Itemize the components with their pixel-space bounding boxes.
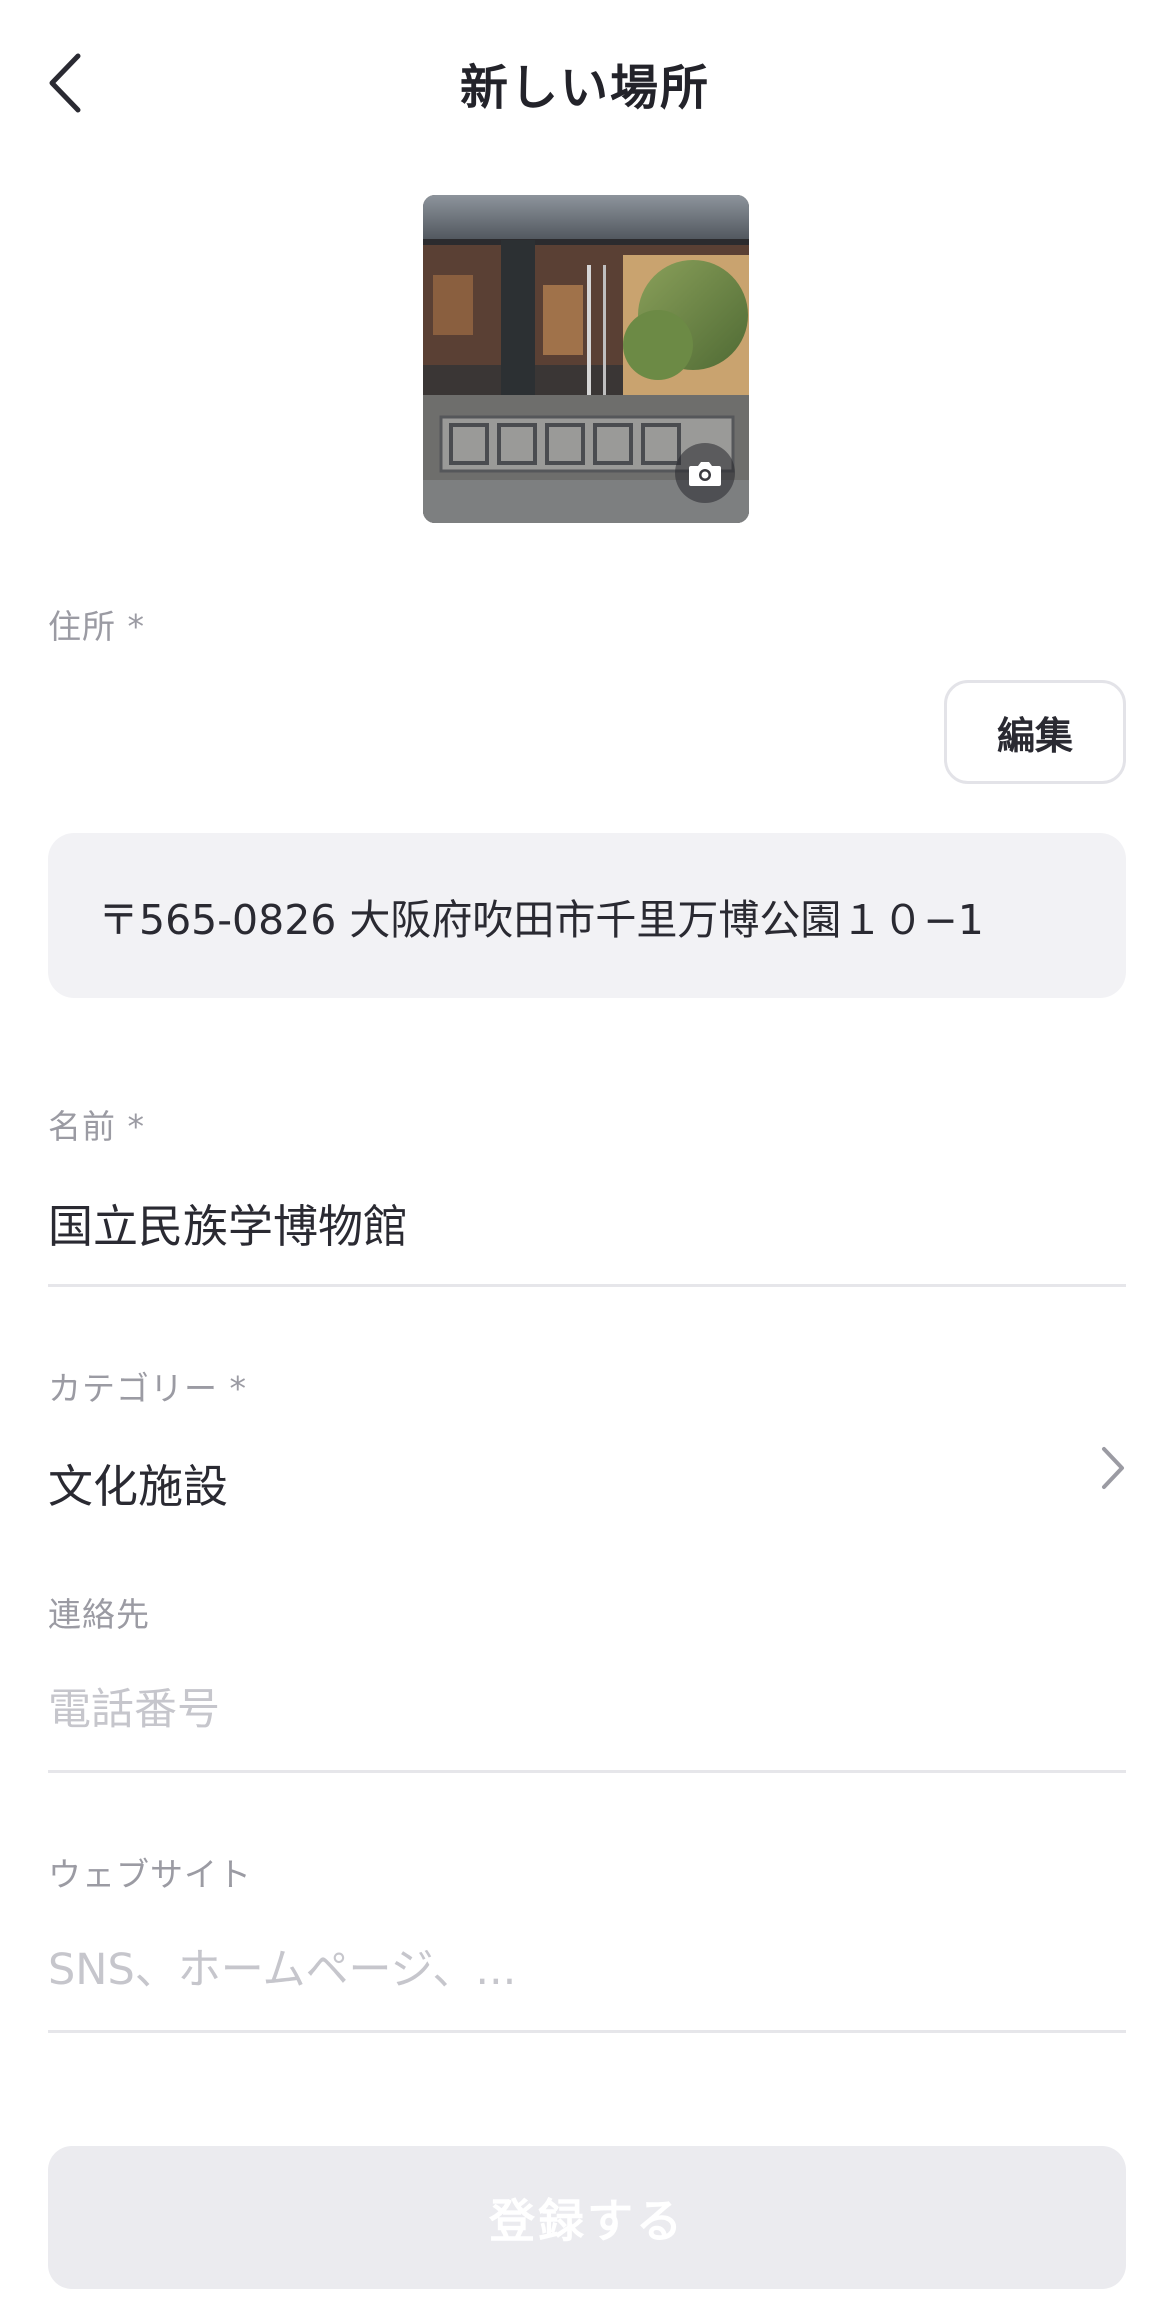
category-select[interactable]: 文化施設 (48, 1450, 228, 1515)
website-label: ウェブサイト (48, 1855, 252, 1894)
website-divider (48, 2030, 1126, 2033)
chevron-right-icon (1102, 1447, 1124, 1489)
camera-badge[interactable] (675, 443, 735, 503)
name-label: 名前 * (48, 1107, 145, 1146)
category-arrow[interactable] (1098, 1445, 1128, 1491)
name-input[interactable]: 国立民族学博物館 (48, 1190, 408, 1255)
name-divider (48, 1284, 1126, 1287)
header-bar: 新しい場所 (0, 0, 1170, 160)
category-label: カテゴリー * (48, 1369, 247, 1408)
address-edit-button[interactable]: 編集 (944, 680, 1126, 784)
address-value: 〒565-0826 大阪府吹田市千里万博公園１０−1 (98, 895, 984, 944)
address-field[interactable]: 〒565-0826 大阪府吹田市千里万博公園１０−1 (48, 833, 1126, 998)
register-button[interactable]: 登録する (48, 2146, 1126, 2289)
contact-divider (48, 1770, 1126, 1773)
website-input[interactable]: SNS、ホームページ、... (48, 1935, 516, 1997)
phone-input[interactable]: 電話番号 (48, 1675, 220, 1737)
page-title: 新しい場所 (459, 60, 710, 116)
contact-label: 連絡先 (48, 1595, 150, 1634)
address-label: 住所 * (48, 607, 145, 646)
place-photo[interactable] (423, 195, 749, 523)
camera-icon (689, 462, 721, 486)
